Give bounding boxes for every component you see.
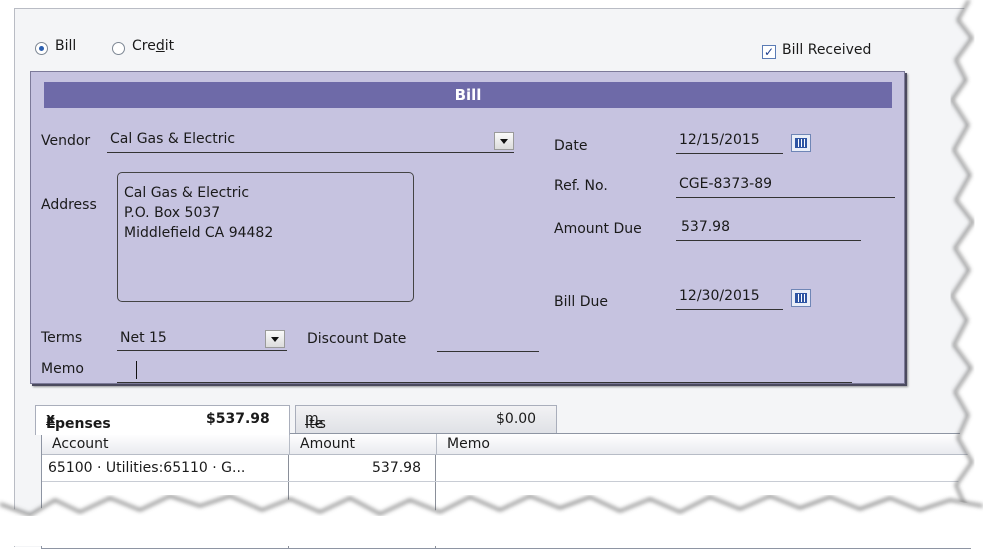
tab-expenses-label: Ex penses: [46, 411, 111, 432]
tab-expenses-amount: $537.98: [206, 411, 270, 427]
torn-edge-decoration: [0, 0, 983, 546]
tab-expenses[interactable]: Ex penses $537.98: [35, 405, 290, 435]
